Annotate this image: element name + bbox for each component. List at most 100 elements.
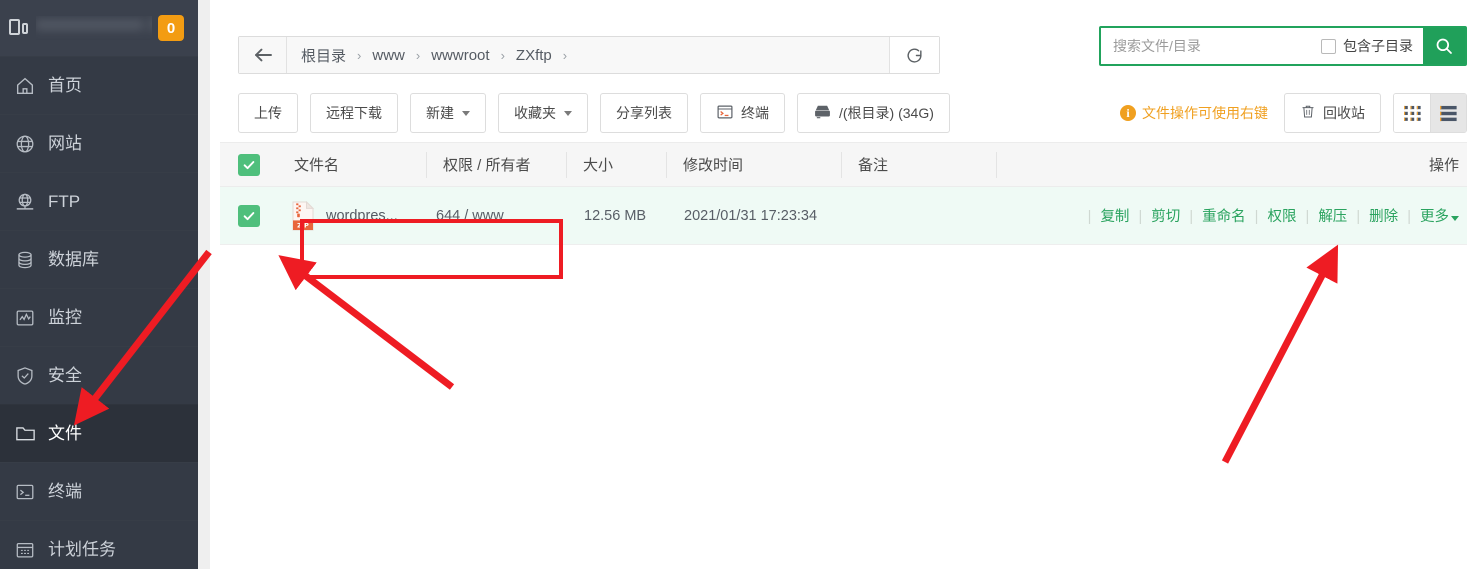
sidebar-item-label: 数据库 xyxy=(48,250,99,269)
action-cut[interactable]: 剪切 xyxy=(1151,209,1180,225)
action-rename[interactable]: 重命名 xyxy=(1202,209,1246,225)
sidebar-item-label: 安全 xyxy=(48,366,82,385)
breadcrumb-separator: › xyxy=(500,47,505,63)
toolbar: 上传 远程下载 新建 收藏夹 分享列表 终端 /(根目录) (34G) i 文件… xyxy=(210,84,1467,142)
sidebar-item-label: 网站 xyxy=(48,134,82,153)
home-icon xyxy=(8,73,42,99)
breadcrumb-item[interactable]: www xyxy=(372,47,405,64)
back-button[interactable] xyxy=(239,37,287,73)
search-input[interactable] xyxy=(1101,28,1319,64)
sidebar-item-home[interactable]: 首页 xyxy=(0,56,198,114)
row-mtime: 2021/01/31 17:23:34 xyxy=(684,207,818,224)
disk-label: /(根目录) (34G) xyxy=(839,105,934,121)
share-list-label: 分享列表 xyxy=(616,105,672,121)
row-permission: 644 / www xyxy=(436,207,504,224)
chevron-down-icon xyxy=(564,110,572,116)
sidebar-item-monitor[interactable]: 监控 xyxy=(0,288,198,346)
sidebar-item-crontab[interactable]: 计划任务 xyxy=(0,520,198,569)
brand-blurred-label: xxxxxxxxxxxx 26 xyxy=(36,16,152,33)
row-checkbox[interactable] xyxy=(220,204,278,227)
database-icon xyxy=(8,247,42,273)
action-permission[interactable]: 权限 xyxy=(1267,209,1296,225)
include-subdirectory-toggle[interactable]: 包含子目录 xyxy=(1319,28,1423,64)
info-icon: i xyxy=(1120,105,1136,121)
sidebar-item-files[interactable]: 文件 xyxy=(0,404,198,462)
breadcrumb-item[interactable]: wwwroot xyxy=(431,47,489,64)
table-header-row: 文件名 权限 / 所有者 大小 修改时间 备注 操作 xyxy=(220,142,1467,187)
trash-icon xyxy=(1300,103,1316,123)
column-header-permission[interactable]: 权限 / 所有者 xyxy=(426,151,566,178)
sidebar-item-label: 首页 xyxy=(48,76,82,95)
row-size: 12.56 MB xyxy=(584,207,647,224)
file-manager-page: xxxxxxxxxxxx 26 0 首页 网站 xyxy=(0,0,1467,569)
zip-file-icon: ZIP xyxy=(290,200,316,231)
column-header-mtime[interactable]: 修改时间 xyxy=(666,151,841,178)
terminal-button[interactable]: 终端 xyxy=(700,93,785,133)
calendar-icon xyxy=(8,537,42,563)
action-delete[interactable]: 删除 xyxy=(1369,209,1398,225)
breadcrumb-item[interactable]: ZXftp xyxy=(516,47,552,64)
sidebar-item-security[interactable]: 安全 xyxy=(0,346,198,404)
sidebar-item-label: 计划任务 xyxy=(48,540,116,559)
row-filename-cell[interactable]: ZIP wordpres... xyxy=(278,200,426,231)
search-button[interactable] xyxy=(1423,28,1465,64)
action-separator: | xyxy=(1407,209,1411,225)
action-more[interactable]: 更多 xyxy=(1420,209,1449,225)
breadcrumb-box: 根目录 › www › wwwroot › ZXftp › xyxy=(238,36,940,74)
upload-label: 上传 xyxy=(254,105,282,121)
sidebar: xxxxxxxxxxxx 26 0 首页 网站 xyxy=(0,0,198,569)
recycle-bin-button[interactable]: 回收站 xyxy=(1284,93,1381,133)
grid-view-icon[interactable] xyxy=(1394,94,1430,132)
action-separator: | xyxy=(1138,209,1143,225)
upload-button[interactable]: 上传 xyxy=(238,93,298,133)
column-header-note[interactable]: 备注 xyxy=(841,151,996,178)
action-separator: | xyxy=(1356,209,1361,225)
include-subdirectory-checkbox[interactable] xyxy=(1321,38,1336,54)
column-header-size[interactable]: 大小 xyxy=(566,151,666,178)
folder-icon xyxy=(8,421,42,447)
action-unzip[interactable]: 解压 xyxy=(1318,209,1347,225)
new-button[interactable]: 新建 xyxy=(410,93,486,133)
checkbox-checked-icon xyxy=(238,153,260,176)
action-separator: | xyxy=(1087,209,1092,225)
list-view-icon[interactable] xyxy=(1430,94,1466,132)
breadcrumb: 根目录 › www › wwwroot › ZXftp › xyxy=(287,37,889,73)
globe-icon xyxy=(8,131,42,157)
sidebar-item-terminal[interactable]: 终端 xyxy=(0,462,198,520)
favorites-button[interactable]: 收藏夹 xyxy=(498,93,588,133)
view-mode-toggle xyxy=(1393,93,1467,133)
column-header-filename[interactable]: 文件名 xyxy=(278,154,426,175)
main-content: 根目录 › www › wwwroot › ZXftp › 搜索文件/目录 包含… xyxy=(198,0,1467,569)
notification-badge[interactable]: 0 xyxy=(158,15,184,41)
share-list-button[interactable]: 分享列表 xyxy=(600,93,688,133)
file-panel: 根目录 › www › wwwroot › ZXftp › 搜索文件/目录 包含… xyxy=(210,0,1467,569)
sidebar-item-database[interactable]: 数据库 xyxy=(0,230,198,288)
action-separator: | xyxy=(1254,209,1259,225)
svg-text:ZIP: ZIP xyxy=(297,221,309,229)
terminal-icon xyxy=(716,103,734,124)
disk-usage-button[interactable]: /(根目录) (34G) xyxy=(797,93,950,133)
breadcrumb-separator: › xyxy=(562,47,568,63)
action-separator: | xyxy=(1305,209,1310,225)
sidebar-item-website[interactable]: 网站 xyxy=(0,114,198,172)
path-bar: 根目录 › www › wwwroot › ZXftp › 搜索文件/目录 包含… xyxy=(210,0,1467,84)
shield-icon xyxy=(8,363,42,389)
sidebar-item-label: 文件 xyxy=(48,424,82,443)
breadcrumb-item[interactable]: 根目录 xyxy=(301,45,346,66)
column-header-spacer xyxy=(996,151,1429,178)
table-row[interactable]: ZIP wordpres... 644 / www 12.56 MB 2021/… xyxy=(220,187,1467,245)
action-copy[interactable]: 复制 xyxy=(1100,209,1129,225)
sidebar-item-ftp[interactable]: FTP xyxy=(0,172,198,230)
refresh-button[interactable] xyxy=(889,37,939,73)
remote-download-button[interactable]: 远程下载 xyxy=(310,93,398,133)
include-subdirectory-label: 包含子目录 xyxy=(1343,38,1413,54)
right-click-hint-label: 文件操作可使用右键 xyxy=(1142,105,1268,121)
file-table: 文件名 权限 / 所有者 大小 修改时间 备注 操作 ZIP wordpres.… xyxy=(210,142,1467,245)
select-all-checkbox[interactable] xyxy=(220,153,278,176)
column-header-actions: 操作 xyxy=(1428,157,1459,174)
favorites-label: 收藏夹 xyxy=(514,105,556,121)
action-separator: | xyxy=(1189,209,1194,225)
breadcrumb-separator: › xyxy=(415,47,421,63)
remote-download-label: 远程下载 xyxy=(326,105,382,121)
sidebar-item-label: 终端 xyxy=(48,482,82,501)
